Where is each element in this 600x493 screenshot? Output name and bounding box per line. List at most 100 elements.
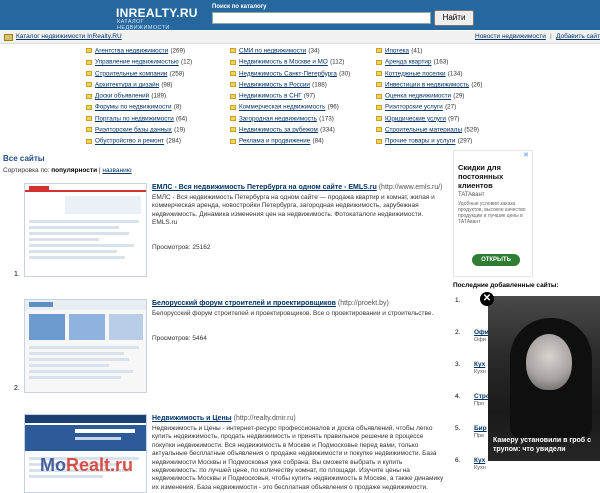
item-number: 1. [14, 271, 20, 278]
folder-icon [230, 70, 236, 76]
sort-popularity[interactable]: популярности [51, 167, 97, 174]
item-url: (http://www.emls.ru/) [378, 184, 443, 191]
item-title: Белорусский форум строителей и проектиро… [152, 300, 389, 307]
folder-icon [230, 116, 236, 122]
category-column-2: СМИ по недвижимости (34) Недвижимость в … [230, 46, 350, 148]
category-item[interactable]: Архитектура и дизайн (98) [86, 80, 192, 91]
category-item[interactable]: СМИ по недвижимости (34) [230, 46, 350, 57]
recent-site-link[interactable]: Кух [474, 457, 485, 464]
folder-icon [230, 59, 236, 65]
breadcrumb-separator: | [550, 33, 552, 40]
item-number: 2. [14, 385, 20, 392]
folder-icon [86, 127, 92, 133]
ad-close-icon[interactable]: ✕ [522, 152, 530, 160]
category-item[interactable]: Обустройство и ремонт (284) [86, 136, 192, 147]
category-item[interactable]: Коттеджные поселки (134) [376, 69, 483, 80]
folder-icon [376, 138, 382, 144]
folder-icon [376, 59, 382, 65]
category-item[interactable]: Недвижимость в Москве и МО (112) [230, 57, 350, 68]
site-screenshot[interactable] [24, 414, 147, 493]
catalog-icon [4, 34, 13, 41]
category-item[interactable]: Агентства недвижимости (269) [86, 46, 192, 57]
list-item: 2. Белорусский форум строителей и проект… [14, 299, 446, 394]
category-item[interactable]: Юридические услуги (97) [376, 114, 483, 125]
site-header: INREALTY.RU КАТАЛОГ НЕДВИЖИМОСТИ Поиск п… [0, 0, 600, 31]
category-item[interactable]: Риэлторские базы данных (19) [86, 125, 192, 136]
category-item[interactable]: Коммерческая недвижимость (96) [230, 102, 350, 113]
list-item: Недвижимость и Цены (http://realty.dmir.… [24, 414, 446, 493]
list-item: 3. Кух Кухн [455, 361, 486, 375]
category-item[interactable]: Недвижимость Санкт-Петербурга (30) [230, 69, 350, 80]
search-button[interactable]: Найти [434, 10, 474, 26]
item-title: ЕМЛС - Вся недвижимость Петербурга на од… [152, 184, 443, 191]
item-title: Недвижимость и Цены (http://realty.dmir.… [152, 415, 296, 422]
close-icon[interactable]: ✕ [480, 292, 494, 306]
add-site-link[interactable]: Добавить сайт [556, 33, 600, 40]
category-item[interactable]: Недвижимость в России (188) [230, 80, 350, 91]
list-item: 6. Кух Кухн [455, 457, 486, 471]
recent-sites-list: 1. 2. Офи Офи 3. Кух Кухн 4. Стро Про 5.… [455, 297, 490, 489]
item-url: (http://proekt.by) [337, 300, 389, 307]
folder-icon [86, 59, 92, 65]
folder-icon [376, 93, 382, 99]
ad-body: Удобные условия заказа продуктов, высоко… [458, 201, 526, 225]
folder-icon [86, 48, 92, 54]
site-logo[interactable]: INREALTY.RU КАТАЛОГ НЕДВИЖИМОСТИ [116, 6, 197, 31]
category-item[interactable]: Прочие товары и услуги (297) [376, 136, 483, 147]
category-item[interactable]: Реклама и продвижение (84) [230, 136, 350, 147]
video-frame-face [526, 334, 572, 390]
item-title-link[interactable]: ЕМЛС - Вся недвижимость Петербурга на од… [152, 184, 377, 191]
item-title-link[interactable]: Белорусский форум строителей и проектиро… [152, 300, 336, 307]
category-item[interactable]: Риэлторские услуги (27) [376, 102, 483, 113]
search-label: Поиск по каталогу [212, 4, 267, 10]
video-ad[interactable]: Камеру установили в гроб с трупом: что у… [488, 296, 600, 461]
recent-site-link[interactable]: Офи [474, 329, 489, 336]
recent-site-link[interactable]: Кух [474, 361, 485, 368]
list-item: 5. Бир Пре [455, 425, 487, 439]
sort-bar: Сортировка по: популярности | названию [3, 167, 132, 174]
category-item[interactable]: Ипотека (41) [376, 46, 483, 57]
folder-icon [376, 104, 382, 110]
category-item[interactable]: Форумы по недвижимости (8) [86, 102, 192, 113]
category-item[interactable]: Порталы по недвижимости (64) [86, 114, 192, 125]
category-item[interactable]: Оценка недвижимости (29) [376, 91, 483, 102]
ad-brand: TATAвант [458, 192, 485, 198]
sort-by-name-link[interactable]: названию [102, 167, 131, 174]
item-title-link[interactable]: Недвижимость и Цены [152, 415, 232, 422]
category-item[interactable]: Строительные материалы (529) [376, 125, 483, 136]
site-screenshot[interactable] [24, 183, 147, 277]
item-description: Недвижимость и Цены - интернет-ресурс пр… [152, 425, 444, 491]
category-item[interactable]: Аренда квартир (163) [376, 57, 483, 68]
item-views: Просмотров: 5464 [152, 335, 207, 342]
folder-icon [86, 93, 92, 99]
recent-site-link[interactable]: Бир [474, 425, 487, 432]
list-item: 1. ЕМЛС - Вся недвижимость Петербурга на… [14, 183, 446, 278]
folder-icon [376, 127, 382, 133]
folder-icon [86, 104, 92, 110]
category-item[interactable]: Недвижимость за рубежом (334) [230, 125, 350, 136]
logo-subtitle: КАТАЛОГ НЕДВИЖИМОСТИ [117, 19, 170, 31]
category-item[interactable]: Инвестиции в недвижимость (26) [376, 80, 483, 91]
folder-icon [230, 82, 236, 88]
logo-text: INREALTY.RU [116, 6, 198, 20]
page-title: Все сайты [3, 154, 45, 163]
ad-open-button[interactable]: ОТКРЫТЬ [472, 254, 520, 266]
breadcrumb-catalog-link[interactable]: Каталог недвижимости InRealty.RU [16, 33, 122, 40]
ad-banner[interactable]: ✕ Скидки для постоянных клиентов TATAван… [453, 150, 533, 277]
news-link[interactable]: Новости недвижимости [475, 33, 546, 40]
category-item[interactable]: Доски объявлений (189) [86, 91, 192, 102]
category-item[interactable]: Управление недвижимостью (12) [86, 57, 192, 68]
folder-icon [86, 116, 92, 122]
category-item[interactable]: Недвижимость в СНГ (97) [230, 91, 350, 102]
category-item[interactable]: Строительные компании (258) [86, 69, 192, 80]
item-url: (http://realty.dmir.ru) [233, 415, 296, 422]
item-views: Просмотров: 25162 [152, 244, 211, 251]
category-item[interactable]: Загородная недвижимость (173) [230, 114, 350, 125]
folder-icon [86, 138, 92, 144]
ad-title: Скидки для постоянных клиентов [458, 163, 504, 190]
video-caption: Камеру установили в гроб с трупом: что у… [493, 437, 591, 453]
site-screenshot[interactable] [24, 299, 147, 393]
search-input[interactable] [212, 12, 431, 24]
folder-icon [230, 138, 236, 144]
folder-icon [376, 82, 382, 88]
